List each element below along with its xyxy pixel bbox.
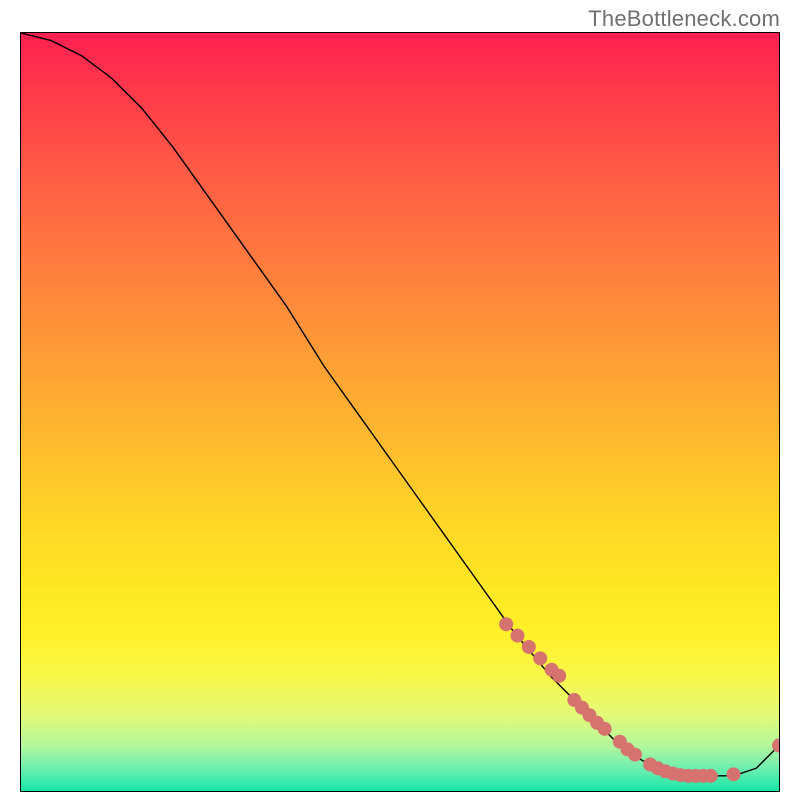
data-marker: [772, 739, 779, 753]
data-marker: [727, 767, 741, 781]
data-marker: [511, 629, 525, 643]
curve-markers: [499, 617, 779, 783]
data-marker: [499, 617, 513, 631]
bottleneck-curve-line: [21, 33, 779, 776]
chart-container: TheBottleneck.com: [0, 0, 800, 800]
data-marker: [598, 722, 612, 736]
plot-area: [20, 32, 780, 792]
watermark-text: TheBottleneck.com: [588, 6, 780, 32]
data-marker: [552, 669, 566, 683]
chart-svg: [21, 33, 779, 791]
data-marker: [704, 769, 718, 783]
data-marker: [522, 640, 536, 654]
data-marker: [628, 748, 642, 762]
data-marker: [533, 651, 547, 665]
